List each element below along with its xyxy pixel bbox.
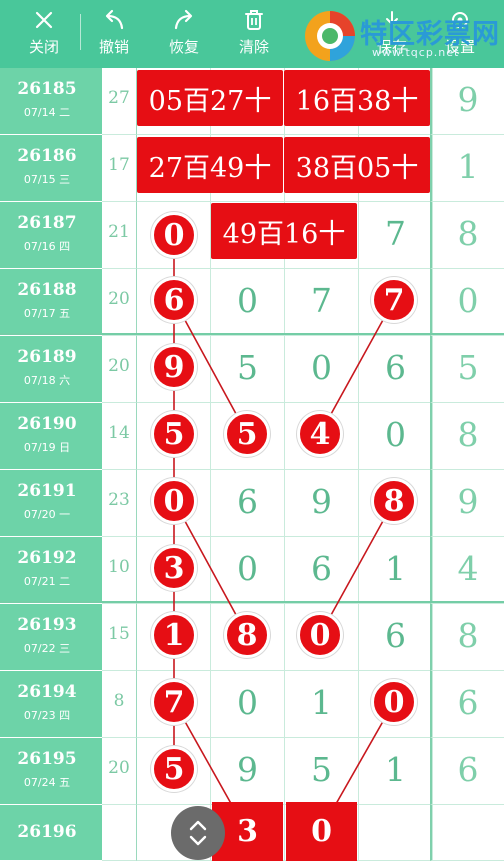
pair-box[interactable]: 16百38十 — [284, 70, 430, 126]
pair-box[interactable]: 27百49十 — [137, 137, 283, 193]
drawn-ball[interactable]: 0 — [151, 212, 197, 258]
drawn-ball[interactable]: 7 — [151, 679, 197, 725]
pair-box[interactable]: 49百16十 — [211, 203, 357, 259]
drawn-ball[interactable]: 3 — [151, 545, 197, 591]
chevron-up-down-icon — [189, 820, 207, 846]
drawn-ball[interactable]: 0 — [297, 612, 343, 658]
scroll-toggle-button[interactable] — [171, 806, 225, 860]
drawn-ball[interactable]: 6 — [151, 277, 197, 323]
drawn-ball[interactable]: 4 — [297, 411, 343, 457]
pending-digit[interactable]: 0 — [286, 802, 357, 861]
drawn-ball[interactable]: 5 — [151, 411, 197, 457]
drawn-ball[interactable]: 8 — [371, 478, 417, 524]
drawn-ball[interactable]: 5 — [224, 411, 270, 457]
drawn-ball[interactable]: 0 — [151, 478, 197, 524]
drawn-ball[interactable]: 8 — [224, 612, 270, 658]
drawn-ball[interactable]: 9 — [151, 344, 197, 390]
drawn-ball[interactable]: 7 — [371, 277, 417, 323]
pair-box[interactable]: 05百27十 — [137, 70, 283, 126]
drawn-ball[interactable]: 1 — [151, 612, 197, 658]
pair-box[interactable]: 38百05十 — [284, 137, 430, 193]
drawn-ball[interactable]: 5 — [151, 746, 197, 792]
drawn-ball[interactable]: 0 — [371, 679, 417, 725]
